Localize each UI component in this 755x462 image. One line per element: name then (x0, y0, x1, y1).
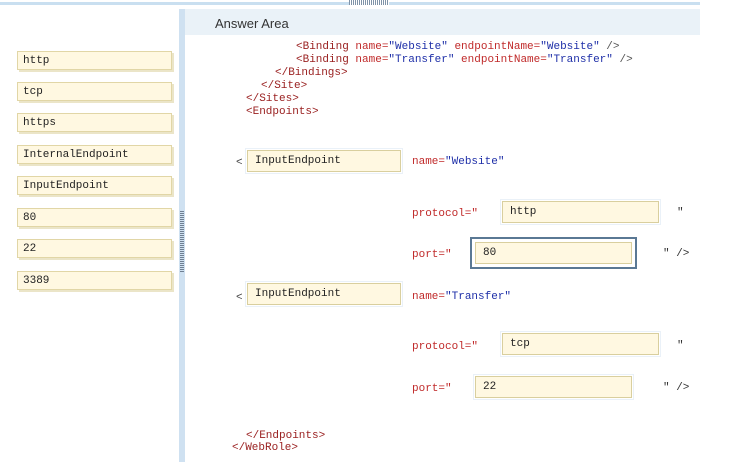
code-webrole-close: </WebRole> (232, 442, 299, 454)
endpoint2-port-close: " /> (663, 382, 690, 394)
endpoint2-name: name="Transfer" (412, 291, 512, 303)
endpoint2-port-slot[interactable]: 22 (473, 374, 634, 400)
endpoint2-port-label: port=" (412, 383, 452, 395)
endpoint1-port-label: port=" (412, 249, 452, 261)
choice-tile-http[interactable]: http (17, 51, 172, 70)
endpoint2-open-bracket: < (236, 292, 243, 304)
code-endpoints-open: <Endpoints> (246, 106, 319, 118)
top-resize-handle[interactable] (349, 0, 389, 5)
code-bindings-close: </Bindings> (275, 67, 348, 79)
endpoint1-protocol-slot[interactable]: http (500, 199, 661, 225)
endpoint1-name: name="Website" (412, 156, 505, 168)
endpoint1-protocol-label: protocol=" (412, 208, 479, 220)
endpoint1-open-bracket: < (236, 157, 243, 169)
endpoint2-protocol-close: " (677, 340, 684, 352)
endpoint1-protocol-close: " (677, 207, 684, 219)
endpoint1-element-slot[interactable]: InputEndpoint (245, 148, 403, 174)
choices-pane: http tcp https InternalEndpoint InputEnd… (0, 9, 179, 462)
splitter-grip-icon (180, 211, 184, 273)
answer-area-title: Answer Area (215, 16, 289, 31)
endpoint2-element-slot[interactable]: InputEndpoint (245, 281, 403, 307)
pane-splitter[interactable] (179, 9, 185, 462)
choice-tile-tcp[interactable]: tcp (17, 82, 172, 101)
choice-tile-22[interactable]: 22 (17, 239, 172, 258)
choice-tile-https[interactable]: https (17, 113, 172, 132)
code-binding-transfer: <Binding name="Transfer" endpointName="T… (296, 54, 633, 66)
choice-tile-80[interactable]: 80 (17, 208, 172, 227)
code-site-close: </Site> (261, 80, 308, 92)
choice-tile-3389[interactable]: 3389 (17, 271, 172, 290)
endpoint2-protocol-slot[interactable]: tcp (500, 331, 661, 357)
endpoint2-protocol-label: protocol=" (412, 341, 479, 353)
choice-tile-input-endpoint[interactable]: InputEndpoint (17, 176, 172, 195)
code-binding-website: <Binding name="Website" endpointName="We… (296, 41, 620, 53)
endpoint1-port-slot[interactable]: 80 (470, 237, 637, 269)
top-strip (0, 0, 755, 9)
choice-tile-internal-endpoint[interactable]: InternalEndpoint (17, 145, 172, 164)
endpoint1-port-close: " /> (663, 248, 690, 260)
code-sites-close: </Sites> (246, 93, 299, 105)
code-endpoints-close: </Endpoints> (246, 430, 326, 442)
answer-area-header: Answer Area (185, 9, 700, 35)
